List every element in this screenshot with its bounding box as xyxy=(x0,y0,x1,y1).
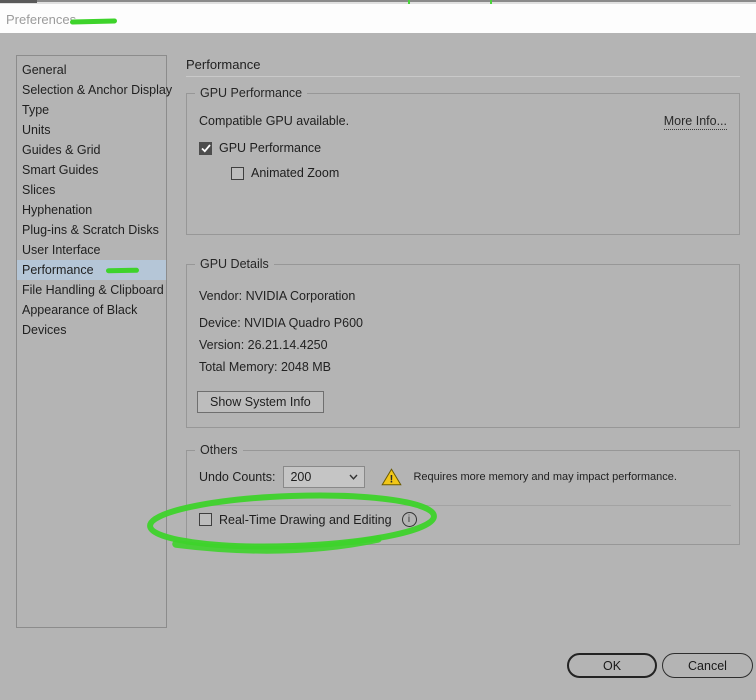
cancel-button[interactable]: Cancel xyxy=(662,653,753,678)
sidebar-item-smart-guides[interactable]: Smart Guides xyxy=(17,160,166,180)
dialog-titlebar: Preferences xyxy=(0,4,756,33)
sidebar-item-general[interactable]: General xyxy=(17,60,166,80)
ok-button[interactable]: OK xyxy=(567,653,657,678)
checkmark-icon xyxy=(200,143,211,153)
preferences-category-list: General Selection & Anchor Display Type … xyxy=(16,55,172,628)
page-title-divider xyxy=(186,76,740,77)
undo-counts-value: 200 xyxy=(290,470,312,484)
sidebar-item-appearance-of-black[interactable]: Appearance of Black xyxy=(17,300,166,320)
dialog-title: Preferences xyxy=(6,12,77,27)
animated-zoom-checkbox-row[interactable]: Animated Zoom xyxy=(231,166,339,180)
gpu-performance-group: GPU Performance Compatible GPU available… xyxy=(186,86,740,235)
realtime-drawing-checkbox-label: Real-Time Drawing and Editing xyxy=(219,512,392,527)
sidebar-item-hyphenation[interactable]: Hyphenation xyxy=(17,200,166,220)
sidebar-item-user-interface[interactable]: User Interface xyxy=(17,240,166,260)
sidebar-item-type[interactable]: Type xyxy=(17,100,166,120)
gpu-performance-checkbox-row[interactable]: GPU Performance xyxy=(199,141,321,155)
others-divider xyxy=(197,505,731,506)
others-legend: Others xyxy=(195,443,243,458)
gpu-performance-checkbox[interactable] xyxy=(199,141,212,155)
chevron-down-icon xyxy=(349,474,358,480)
undo-counts-select[interactable]: 200 xyxy=(283,466,366,488)
gpu-version-text: Version: 26.21.14.4250 xyxy=(199,338,328,352)
sidebar-item-guides-grid[interactable]: Guides & Grid xyxy=(17,140,166,160)
sidebar-item-devices[interactable]: Devices xyxy=(17,320,166,340)
others-group: Others Undo Counts: 200 ! Requires more … xyxy=(186,443,740,545)
gpu-status-text: Compatible GPU available. xyxy=(199,114,350,128)
sidebar-item-file-handling-clipboard[interactable]: File Handling & Clipboard xyxy=(17,280,166,300)
gpu-details-legend: GPU Details xyxy=(195,257,274,272)
gpu-performance-checkbox-label: GPU Performance xyxy=(219,141,322,155)
gpu-details-group: GPU Details Vendor: NVIDIA Corporation D… xyxy=(186,257,740,428)
annotation-underline-performance xyxy=(105,267,139,274)
window-top-corner xyxy=(0,0,37,3)
undo-counts-label: Undo Counts: xyxy=(199,470,276,484)
realtime-checkbox-row[interactable]: Real-Time Drawing and Editing i xyxy=(199,512,417,527)
annotation-underline-title xyxy=(69,18,118,25)
gpu-vendor-text: Vendor: NVIDIA Corporation xyxy=(199,289,356,303)
show-system-info-button[interactable]: Show System Info xyxy=(197,391,324,413)
more-info-link[interactable]: More Info... xyxy=(663,114,727,130)
sidebar-item-slices[interactable]: Slices xyxy=(17,180,166,200)
undo-warning-text: Requires more memory and may impact perf… xyxy=(413,471,677,483)
sidebar-item-plugins-scratch-disks[interactable]: Plug-ins & Scratch Disks xyxy=(17,220,166,240)
gpu-performance-legend: GPU Performance xyxy=(195,86,308,101)
sidebar-item-performance[interactable]: Performance xyxy=(17,260,166,280)
info-icon[interactable]: i xyxy=(401,512,417,527)
animated-zoom-checkbox[interactable] xyxy=(231,166,244,180)
gpu-memory-text: Total Memory: 2048 MB xyxy=(199,360,331,374)
animated-zoom-checkbox-label: Animated Zoom xyxy=(251,166,340,180)
gpu-device-text: Device: NVIDIA Quadro P600 xyxy=(199,316,363,330)
sidebar-item-units[interactable]: Units xyxy=(17,120,166,140)
realtime-drawing-checkbox[interactable] xyxy=(199,513,212,526)
warning-icon: ! xyxy=(381,468,403,486)
svg-text:!: ! xyxy=(390,474,394,486)
sidebar-item-selection-anchor-display[interactable]: Selection & Anchor Display xyxy=(17,80,172,100)
preferences-dialog: General Selection & Anchor Display Type … xyxy=(0,33,756,700)
page-title: Performance xyxy=(186,57,261,72)
